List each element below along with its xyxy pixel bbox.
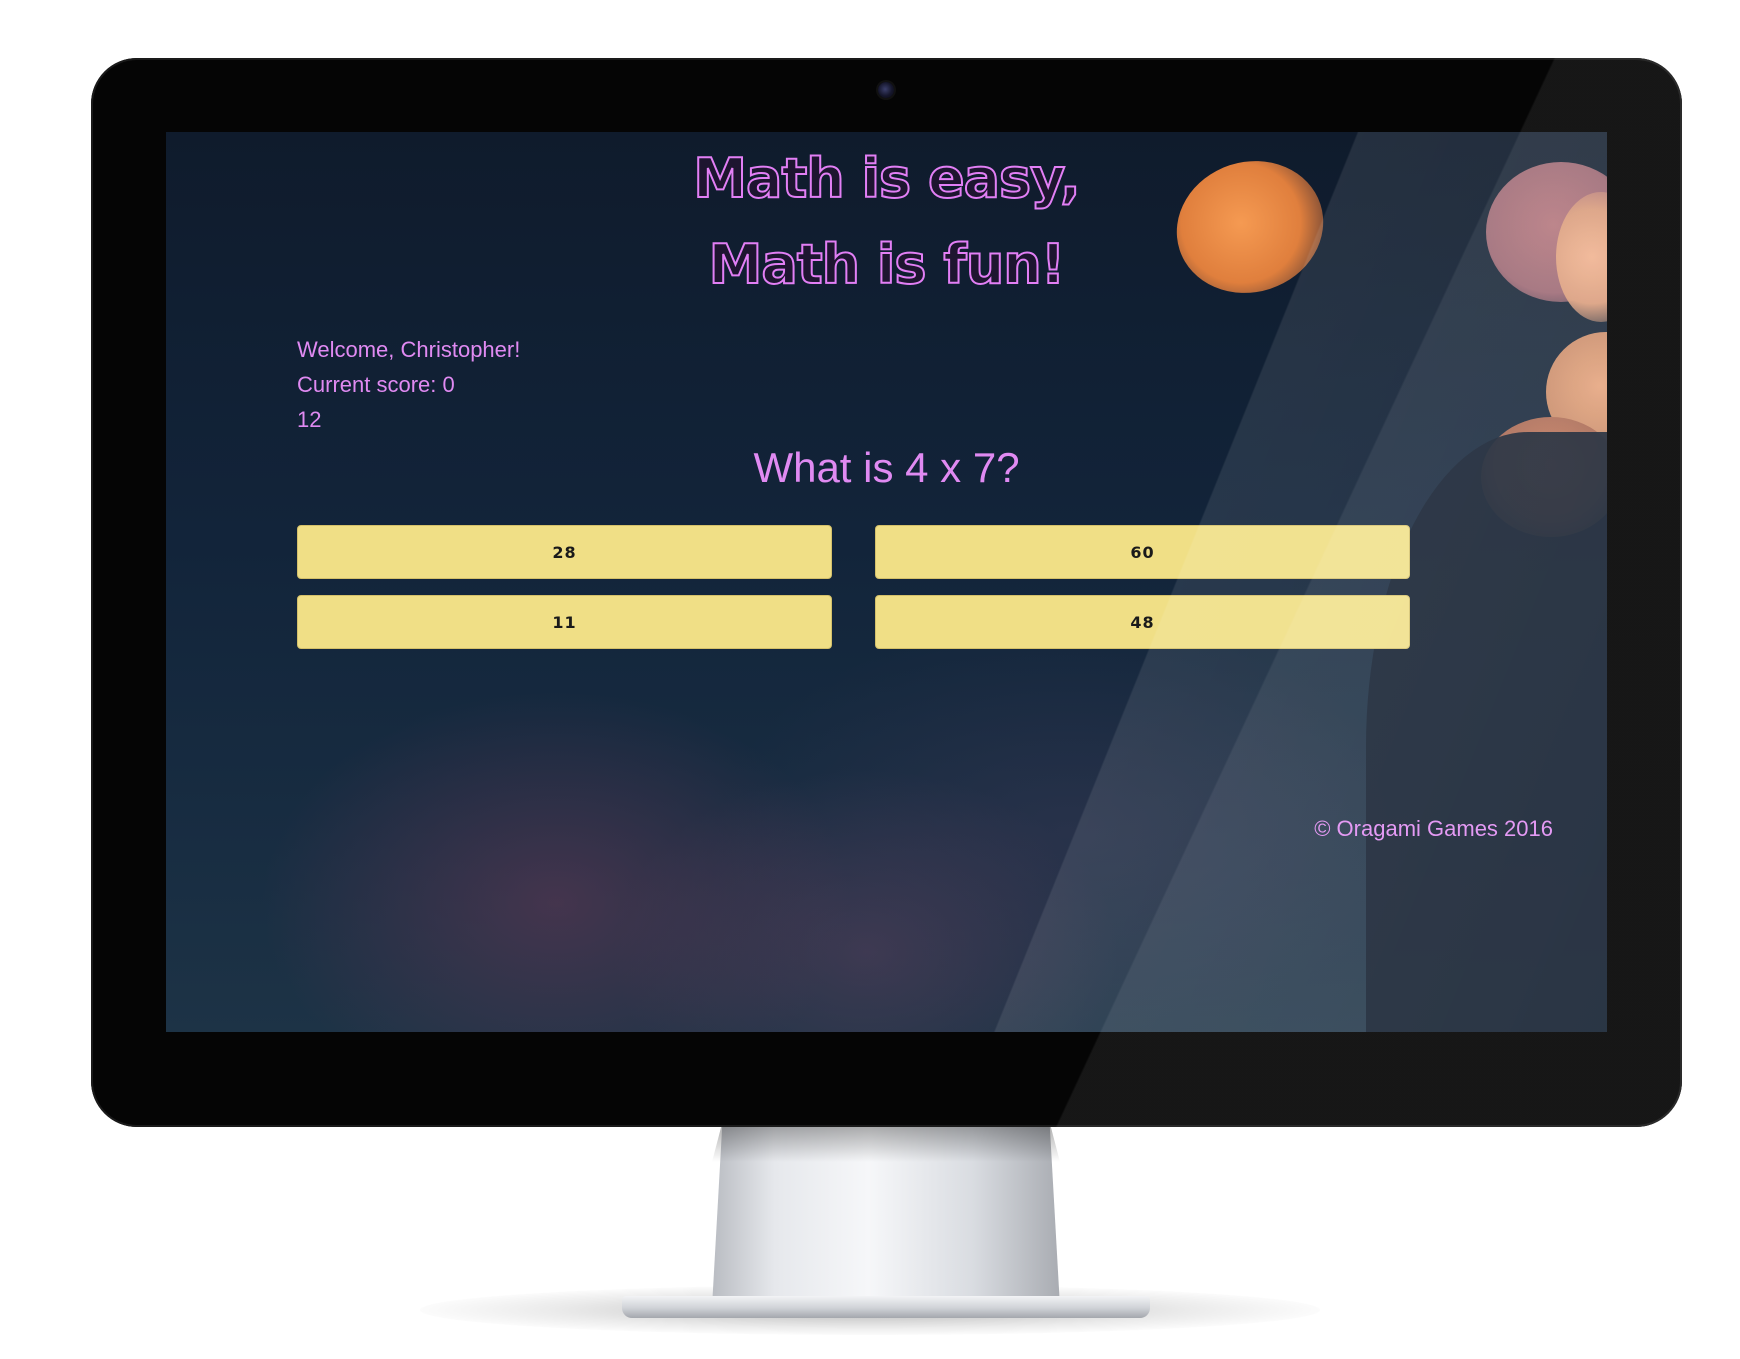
copyright-footer: © Oragami Games 2016 [1314,816,1553,841]
current-score: Current score: 0 [297,372,455,397]
player-info: Welcome, Christopher! Current score: 0 1… [297,332,520,437]
app-title-line-2: Math is fun! [708,232,1067,297]
webcam-icon [878,82,894,98]
answer-label: 60 [1130,542,1155,562]
question-text: What is 4 x 7? [753,444,1020,491]
welcome-message: Welcome, Christopher! [297,337,521,362]
answer-grid: 28 60 11 48 [297,525,1410,649]
answer-button-2[interactable]: 60 [875,525,1410,579]
app-title-line-1: Math is easy, [692,146,1081,211]
answer-label: 28 [552,542,577,562]
answer-button-1[interactable]: 28 [297,525,832,579]
device-mockup: Math is easy, Math is fun! Welcome, Chri… [0,0,1740,1359]
app-title: Math is easy, Math is fun! [166,136,1607,308]
monitor-screen: Math is easy, Math is fun! Welcome, Chri… [166,132,1607,1032]
background-silhouette [1366,432,1607,1032]
answer-button-3[interactable]: 11 [297,595,832,649]
monitor-stand-base [622,1296,1150,1318]
monitor-stand-shade [712,1122,1060,1162]
answer-label: 11 [552,612,577,632]
timer-value: 12 [297,407,322,432]
answer-button-4[interactable]: 48 [875,595,1410,649]
answer-label: 48 [1130,612,1155,632]
